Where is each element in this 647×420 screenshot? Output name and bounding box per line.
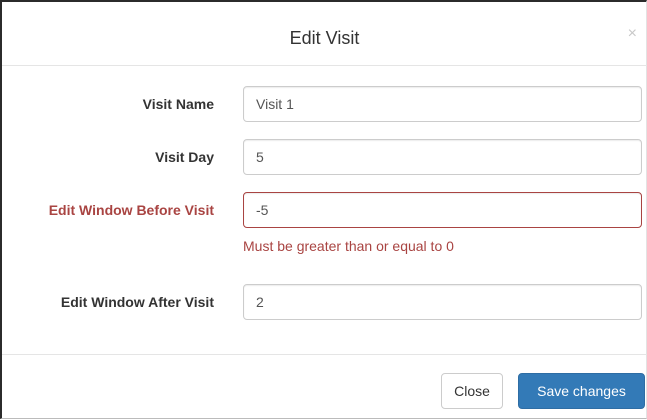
window-after-label: Edit Window After Visit bbox=[60, 294, 214, 310]
modal-footer: Close Save changes bbox=[2, 354, 647, 420]
edit-visit-modal: Edit Visit × Visit Name Visit Day Edit W… bbox=[0, 0, 647, 419]
modal-header: Edit Visit × bbox=[2, 2, 647, 66]
form-row-window-after: Edit Window After Visit bbox=[2, 284, 647, 320]
window-before-label: Edit Window Before Visit bbox=[48, 202, 214, 218]
visit-day-label: Visit Day bbox=[155, 149, 214, 165]
close-icon[interactable]: × bbox=[628, 26, 637, 42]
form-row-window-before: Edit Window Before Visit Must be greater… bbox=[2, 192, 647, 256]
close-button[interactable]: Close bbox=[441, 373, 503, 409]
visit-day-input[interactable] bbox=[243, 139, 642, 175]
window-before-input[interactable] bbox=[243, 192, 642, 228]
visit-name-label: Visit Name bbox=[142, 96, 214, 112]
modal-title: Edit Visit bbox=[289, 28, 360, 48]
form-row-visit-day: Visit Day bbox=[2, 139, 647, 175]
window-before-error-message: Must be greater than or equal to 0 bbox=[243, 238, 454, 254]
form-row-visit-name: Visit Name bbox=[2, 86, 647, 122]
save-changes-button[interactable]: Save changes bbox=[518, 373, 645, 409]
window-after-input[interactable] bbox=[243, 284, 642, 320]
visit-name-input[interactable] bbox=[243, 86, 642, 122]
